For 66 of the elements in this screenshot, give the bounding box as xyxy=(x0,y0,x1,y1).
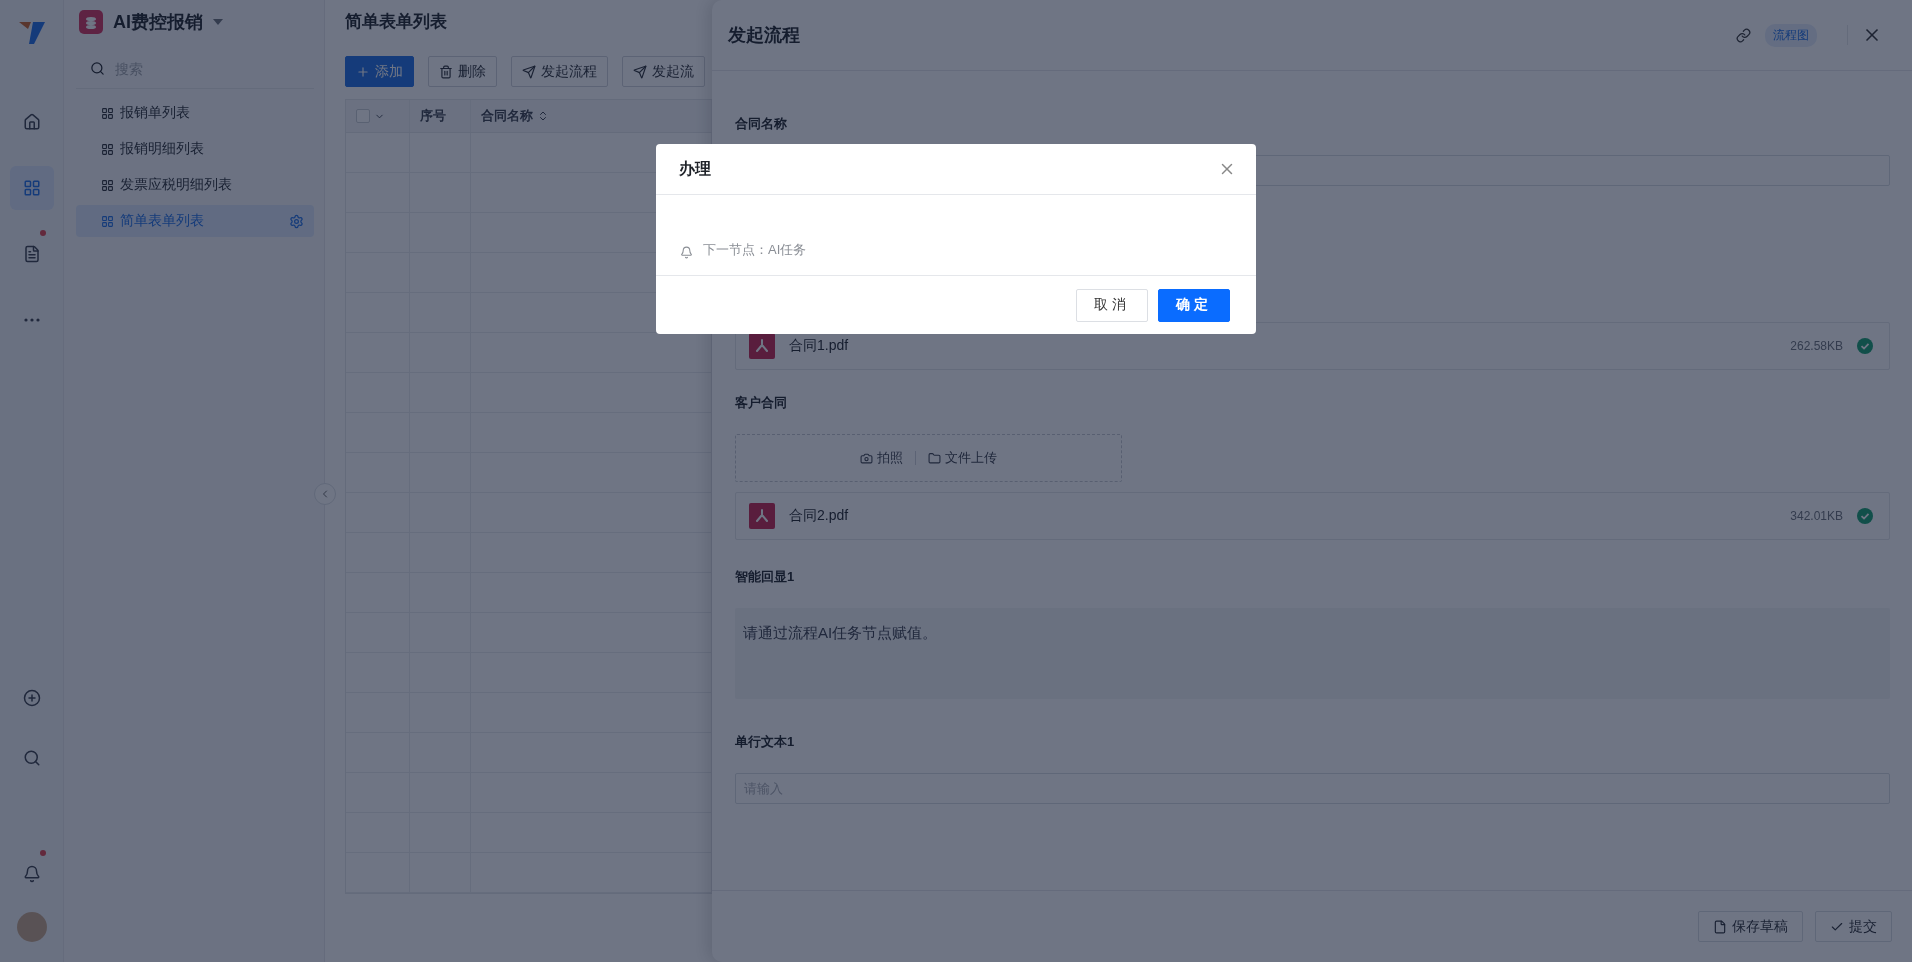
camera-icon xyxy=(860,451,873,465)
field-label: 客户合同 xyxy=(735,394,788,412)
dialog-message: 下一节点：AI任务 xyxy=(703,241,807,259)
trash-icon xyxy=(439,64,453,79)
grid-icon xyxy=(101,142,114,156)
field-label: 单行文本1 xyxy=(735,733,796,751)
app-icon xyxy=(79,10,103,34)
app-name[interactable]: AI费控报销 xyxy=(113,10,203,34)
grid-icon xyxy=(101,106,114,120)
user-avatar[interactable] xyxy=(16,912,47,942)
folder-icon xyxy=(928,451,941,465)
page-title: 简单表单列表 xyxy=(345,11,448,33)
file-size: 262.58KB xyxy=(1790,339,1843,353)
file-size: 342.01KB xyxy=(1790,509,1843,523)
dialog-title: 办理 xyxy=(679,158,711,179)
nav-item[interactable]: 简单表单列表 xyxy=(76,205,314,237)
note-box: 请通过流程AI任务节点赋值。 xyxy=(735,608,1890,699)
send-icon xyxy=(522,64,536,79)
column-header[interactable]: 序号 xyxy=(410,100,471,132)
confirm-button[interactable]: 确定 xyxy=(1158,288,1230,322)
bell-icon xyxy=(680,246,693,259)
pdf-icon xyxy=(749,503,775,529)
send-icon xyxy=(633,64,647,79)
rail-button[interactable] xyxy=(9,166,54,210)
toolbar-button[interactable]: 删除 xyxy=(428,56,497,87)
rail-icon xyxy=(22,749,41,767)
cancel-button[interactable]: 取消 xyxy=(1076,288,1148,322)
plus-icon xyxy=(356,64,370,79)
file-name: 合同2.pdf xyxy=(789,507,850,525)
nav-item[interactable]: 报销单列表 xyxy=(76,97,314,129)
settings-icon[interactable] xyxy=(289,213,304,229)
toolbar-button[interactable]: 发起流 xyxy=(622,56,705,87)
file-upload-button[interactable]: 文件上传 xyxy=(928,449,997,467)
collapse-button[interactable] xyxy=(314,483,336,505)
flowchart-tag[interactable]: 流程图 xyxy=(1765,23,1817,47)
file-name: 合同1.pdf xyxy=(789,337,850,355)
submit-button[interactable]: 提交 xyxy=(1815,911,1892,942)
rail-icon xyxy=(22,179,41,197)
field-label: 合同名称 xyxy=(735,115,788,133)
link-button[interactable] xyxy=(1736,27,1751,43)
sort-icon[interactable] xyxy=(537,110,549,122)
photo-button[interactable]: 拍照 xyxy=(860,449,903,467)
grid-icon xyxy=(101,214,114,228)
nav-label: 发票应税明细列表 xyxy=(120,176,233,194)
toolbar-button[interactable]: 发起流程 xyxy=(511,56,608,87)
drawer-title: 发起流程 xyxy=(728,24,801,47)
file-item[interactable]: 合同2.pdf 342.01KB xyxy=(735,492,1890,540)
more-icon xyxy=(23,318,40,322)
upload-area[interactable]: 拍照 文件上传 xyxy=(735,434,1122,482)
rail-icon xyxy=(22,245,41,263)
nav-item[interactable]: 发票应税明细列表 xyxy=(76,169,314,201)
logo-icon xyxy=(18,20,45,44)
file-icon xyxy=(1713,919,1727,934)
caret-icon[interactable] xyxy=(213,19,223,25)
nav-label: 报销明细列表 xyxy=(120,140,205,158)
rail-icon xyxy=(22,865,41,883)
save-draft-button[interactable]: 保存草稿 xyxy=(1698,911,1803,942)
nav-label: 报销单列表 xyxy=(120,104,191,122)
rail-icon xyxy=(22,689,41,707)
nav-label: 简单表单列表 xyxy=(120,212,205,230)
rail-icon xyxy=(22,113,41,131)
nav-item[interactable]: 报销明细列表 xyxy=(76,133,314,165)
grid-icon xyxy=(101,178,114,192)
search-icon xyxy=(90,61,105,76)
field-label: 智能回显1 xyxy=(735,568,796,586)
toolbar-button[interactable]: 添加 xyxy=(345,56,414,87)
